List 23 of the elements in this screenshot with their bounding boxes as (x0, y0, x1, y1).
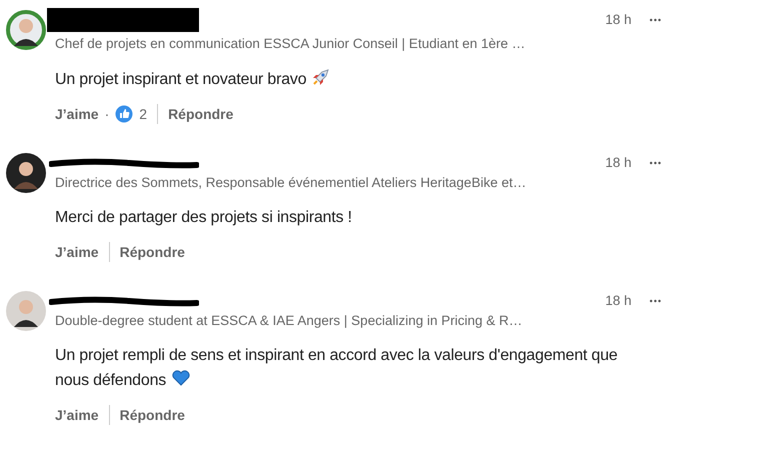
reply-button[interactable]: Répondre (168, 106, 234, 122)
headline-text: Directrice des Sommets, Responsable événementiel Ateliers HeritageBike et… (55, 175, 528, 190)
separator-dot: · (104, 106, 110, 122)
timestamp: 18 h (605, 12, 632, 27)
comment-text: Un projet rempli de sens et inspirant en accord avec la valeurs d'engagement que nous défendons (55, 346, 619, 391)
like-button[interactable]: J’aime (55, 244, 99, 260)
timestamp: 18 h (605, 155, 632, 170)
timestamp: 18 h (605, 293, 632, 308)
heart-icon (171, 368, 192, 388)
reaction-count: 2 (139, 106, 148, 122)
more-options-button[interactable]: ••• (646, 15, 666, 25)
rocket-icon (311, 67, 332, 87)
reply-button[interactable]: Répondre (120, 244, 185, 260)
like-button[interactable]: J’aime (55, 407, 99, 423)
headline-text: Chef de projets en communication ESSCA Junior Conseil | Etudiant en 1ère … (55, 36, 526, 51)
comment-text: Merci de partager des projets si inspirants ! (55, 208, 353, 228)
more-options-button[interactable]: ••• (646, 296, 666, 306)
thumbs-up-icon (115, 105, 134, 123)
headline-text: Double-degree student at ESSCA & IAE Angers | Specializing in Pricing & R… (55, 313, 524, 328)
reply-button[interactable]: Répondre (120, 407, 185, 423)
more-options-button[interactable]: ••• (646, 158, 666, 168)
comment-text: Un projet inspirant et novateur bravo (55, 67, 655, 92)
like-button[interactable]: J’aime (55, 106, 99, 122)
